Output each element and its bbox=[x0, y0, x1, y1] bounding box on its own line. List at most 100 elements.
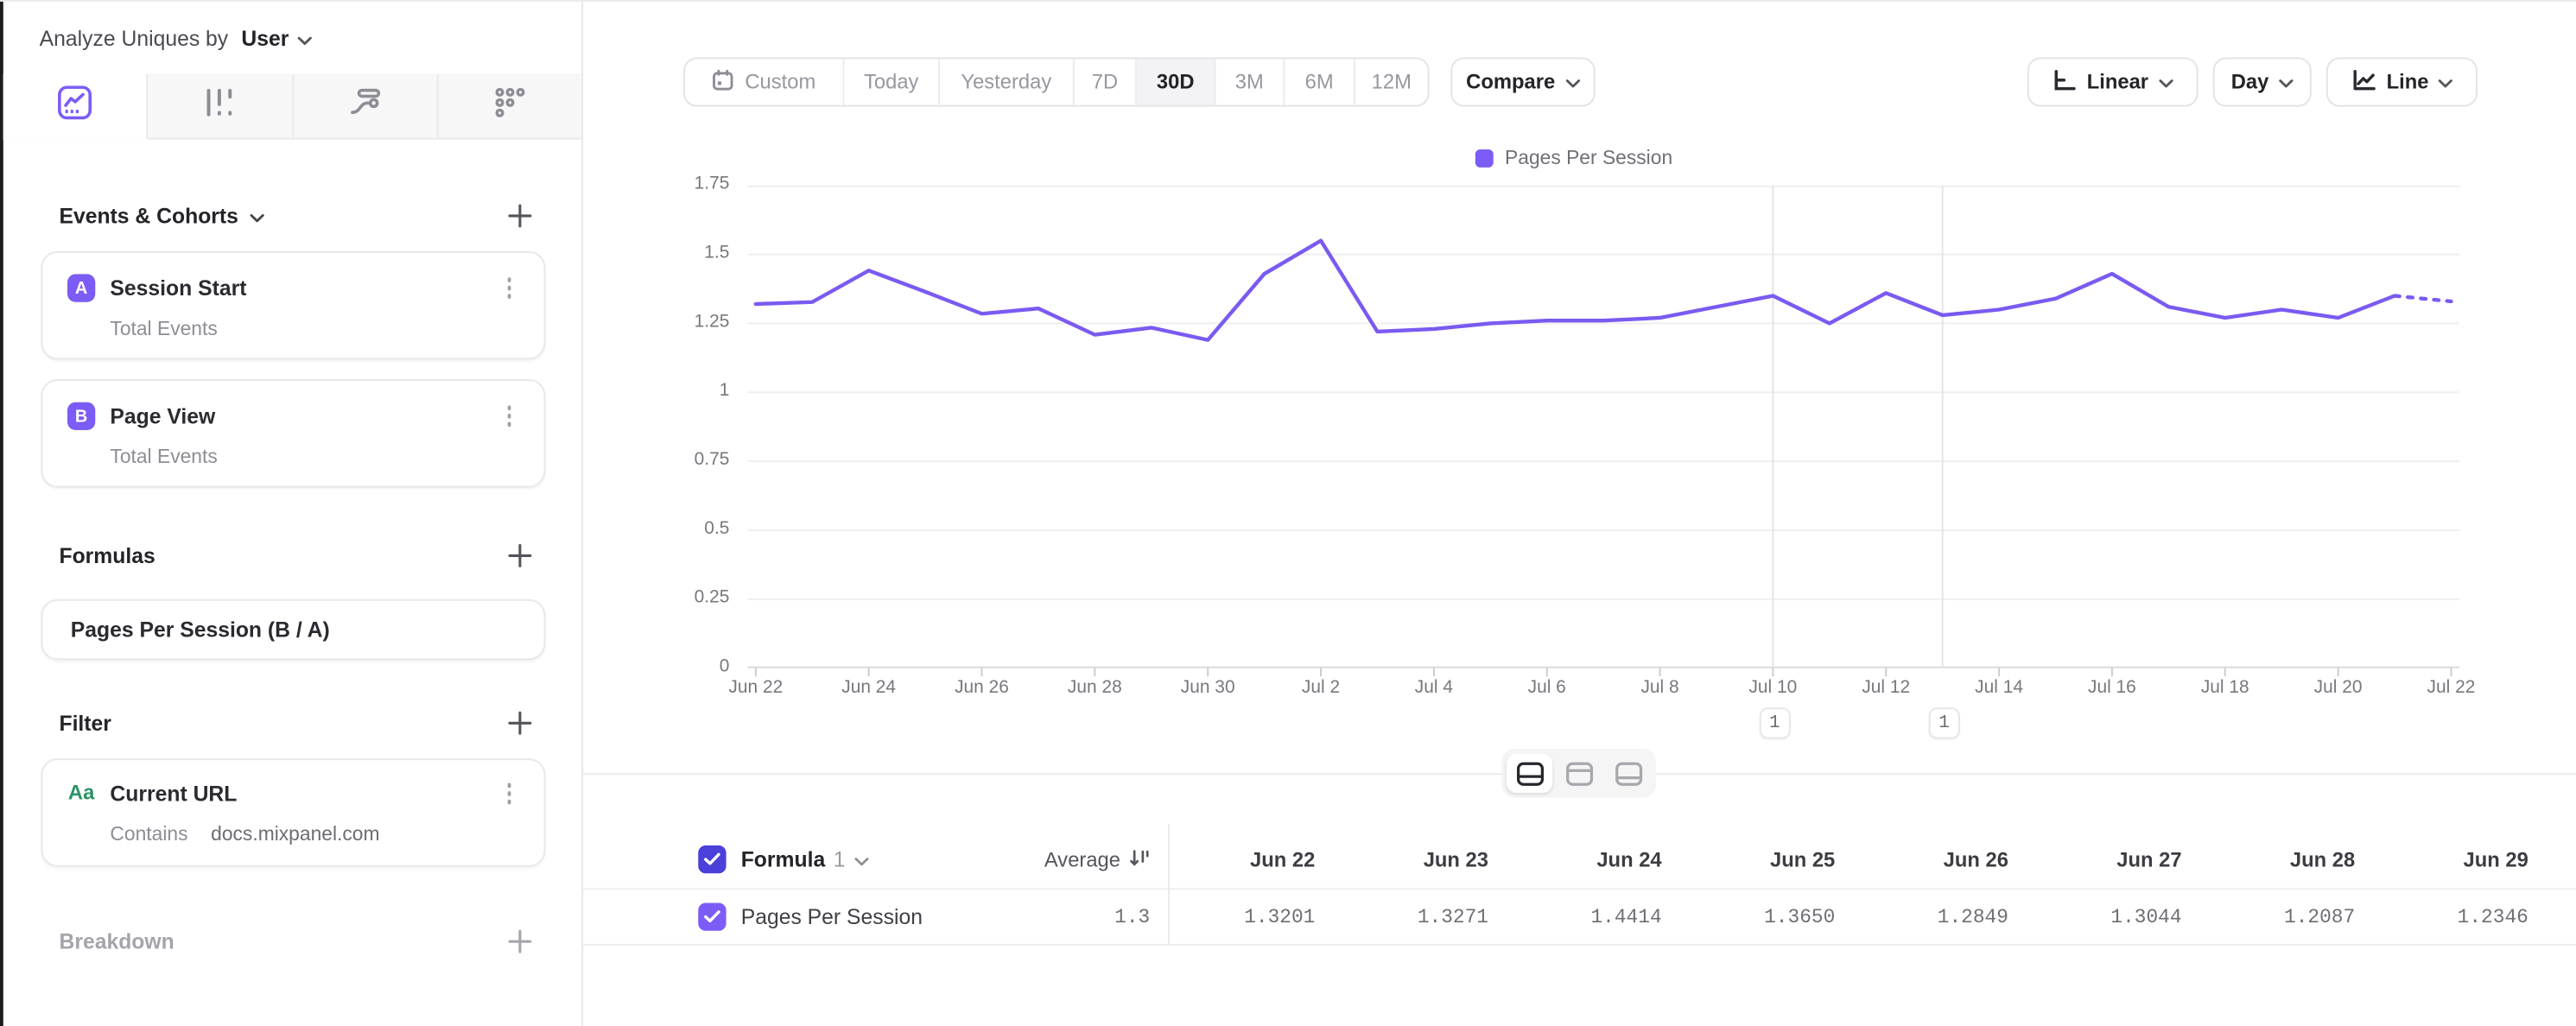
analyze-by-dropdown[interactable]: User bbox=[241, 25, 312, 50]
filter-card-current-url[interactable]: Aa Current URL Contains docs.mixpanel.com bbox=[41, 758, 546, 866]
breakdown-title: Breakdown bbox=[59, 928, 174, 953]
chevron-down-icon bbox=[2158, 71, 2173, 94]
compare-label: Compare bbox=[1466, 71, 1555, 94]
date-column-header[interactable]: Jun 25 bbox=[1688, 848, 1862, 871]
y-tick-label: 1.25 bbox=[663, 312, 729, 332]
annotation-badge[interactable]: 1 bbox=[1759, 707, 1790, 738]
table-only-view-button[interactable] bbox=[1605, 753, 1651, 793]
y-tick-label: 0.25 bbox=[663, 587, 729, 607]
query-builder-sidebar: Analyze Uniques by User bbox=[0, 2, 583, 1026]
split-view-button[interactable] bbox=[1507, 753, 1552, 793]
add-formula-button[interactable] bbox=[506, 542, 532, 567]
date-column-header[interactable]: Jun 22 bbox=[1168, 848, 1342, 871]
event-aggregation[interactable]: Total Events bbox=[42, 430, 543, 468]
series-day-value: 1.2849 bbox=[1862, 905, 2035, 928]
sort-icon[interactable] bbox=[1129, 846, 1151, 872]
event-aggregation[interactable]: Total Events bbox=[42, 302, 543, 340]
event-letter-badge: A bbox=[67, 274, 95, 301]
analyze-by-value: User bbox=[241, 25, 289, 50]
tab-flows[interactable] bbox=[293, 74, 438, 138]
date-column-header[interactable]: Jun 29 bbox=[2382, 848, 2555, 871]
x-tick-label: Jul 4 bbox=[1378, 678, 1489, 698]
x-tick-label: Jul 14 bbox=[1943, 678, 2054, 698]
add-filter-button[interactable] bbox=[506, 709, 532, 735]
event-card-session-start[interactable]: A Session Start Total Events bbox=[41, 251, 546, 359]
x-tick-label: Jun 30 bbox=[1152, 678, 1264, 698]
series-day-value: 1.3201 bbox=[1168, 905, 1342, 928]
layout-toggle-group bbox=[1501, 749, 1656, 798]
range-3m[interactable]: 3M bbox=[1215, 59, 1285, 104]
formulas-header: Formulas bbox=[59, 535, 532, 575]
add-event-button[interactable] bbox=[506, 202, 532, 228]
chevron-down-icon bbox=[2279, 71, 2294, 94]
event-title: Page View bbox=[110, 404, 483, 429]
x-tick-label: Jul 8 bbox=[1604, 678, 1716, 698]
tab-retention[interactable] bbox=[438, 74, 581, 138]
chart-only-view-button[interactable] bbox=[1556, 753, 1602, 793]
select-all-checkbox[interactable] bbox=[698, 846, 726, 873]
filter-property-name: Current URL bbox=[110, 782, 483, 807]
chart-type-selector-button[interactable]: Line bbox=[2326, 58, 2478, 107]
formula-number: 1 bbox=[834, 847, 846, 872]
range-6m[interactable]: 6M bbox=[1285, 59, 1355, 104]
date-column-header[interactable]: Jun 26 bbox=[1862, 848, 2035, 871]
table-header-row: Formula 1 Average Jun 22Jun 23Jun 24Jun … bbox=[583, 831, 2576, 890]
table-column-divider bbox=[1168, 824, 1170, 946]
formula-selector[interactable]: Formula 1 bbox=[741, 847, 969, 872]
range-7d[interactable]: 7D bbox=[1075, 59, 1137, 104]
kebab-menu-icon[interactable] bbox=[498, 275, 521, 302]
range-label: 12M bbox=[1372, 71, 1412, 94]
date-column-header[interactable]: Jun 28 bbox=[2208, 848, 2382, 871]
event-card-page-view[interactable]: B Page View Total Events bbox=[41, 379, 546, 487]
compare-button[interactable]: Compare bbox=[1450, 58, 1595, 107]
range-label: 7D bbox=[1092, 71, 1118, 94]
filter-operator[interactable]: Contains bbox=[110, 822, 187, 846]
event-letter-badge: B bbox=[67, 402, 95, 430]
chart-options-toolbar: Linear Day Line bbox=[2027, 58, 2478, 107]
scale-selector-button[interactable]: Linear bbox=[2027, 58, 2198, 107]
interval-selector-button[interactable]: Day bbox=[2213, 58, 2312, 107]
range-today[interactable]: Today bbox=[845, 59, 940, 104]
series-name: Pages Per Session bbox=[741, 904, 969, 929]
add-breakdown-button[interactable] bbox=[506, 928, 532, 953]
formula-card[interactable]: Pages Per Session (B / A) bbox=[41, 599, 546, 660]
date-column-header[interactable]: Jun 23 bbox=[1342, 848, 1515, 871]
kebab-menu-icon[interactable] bbox=[498, 402, 521, 430]
filter-value[interactable]: docs.mixpanel.com bbox=[211, 822, 379, 846]
x-tick-label: Jul 22 bbox=[2395, 678, 2507, 698]
flows-icon bbox=[347, 86, 382, 126]
formula-expression: Pages Per Session (B / A) bbox=[71, 618, 330, 643]
chart-legend-item[interactable]: Pages Per Session bbox=[1475, 146, 1672, 169]
event-title: Session Start bbox=[110, 276, 483, 301]
chevron-down-icon bbox=[2439, 71, 2453, 94]
chevron-down-icon bbox=[853, 847, 868, 872]
date-column-header[interactable]: Jun 27 bbox=[2034, 848, 2208, 871]
chevron-down-icon[interactable] bbox=[250, 203, 264, 228]
calendar-icon bbox=[712, 68, 735, 96]
events-cohorts-title: Events & Cohorts bbox=[59, 203, 238, 228]
analyze-bar: Analyze Uniques by User bbox=[3, 2, 581, 76]
legend-label: Pages Per Session bbox=[1505, 146, 1672, 169]
range-custom[interactable]: Custom bbox=[685, 59, 844, 104]
series-average-value: 1.3 bbox=[1114, 905, 1150, 928]
string-property-icon: Aa bbox=[67, 782, 95, 806]
date-column-header[interactable]: Jun 24 bbox=[1514, 848, 1688, 871]
kebab-menu-icon[interactable] bbox=[498, 780, 521, 808]
x-tick-label: Jul 12 bbox=[1830, 678, 1942, 698]
x-tick-label: Jul 2 bbox=[1265, 678, 1376, 698]
range-yesterday[interactable]: Yesterday bbox=[940, 59, 1075, 104]
range-12m[interactable]: 12M bbox=[1355, 59, 1428, 104]
analyze-label: Analyze Uniques by bbox=[40, 25, 229, 50]
series-day-value: 1.2346 bbox=[2382, 905, 2555, 928]
y-tick-label: 0.5 bbox=[663, 519, 729, 539]
formula-selector-label: Formula bbox=[741, 847, 826, 872]
x-tick-label: Jul 20 bbox=[2282, 678, 2394, 698]
annotation-badge[interactable]: 1 bbox=[1928, 707, 1959, 738]
x-tick-label: Jun 22 bbox=[700, 678, 811, 698]
series-checkbox[interactable] bbox=[698, 902, 726, 930]
tab-funnels[interactable] bbox=[149, 74, 294, 138]
series-day-value: 1.3044 bbox=[2034, 905, 2208, 928]
x-tick-label: Jul 6 bbox=[1491, 678, 1602, 698]
range-30d[interactable]: 30D bbox=[1137, 59, 1215, 104]
tab-insights[interactable] bbox=[3, 74, 149, 140]
